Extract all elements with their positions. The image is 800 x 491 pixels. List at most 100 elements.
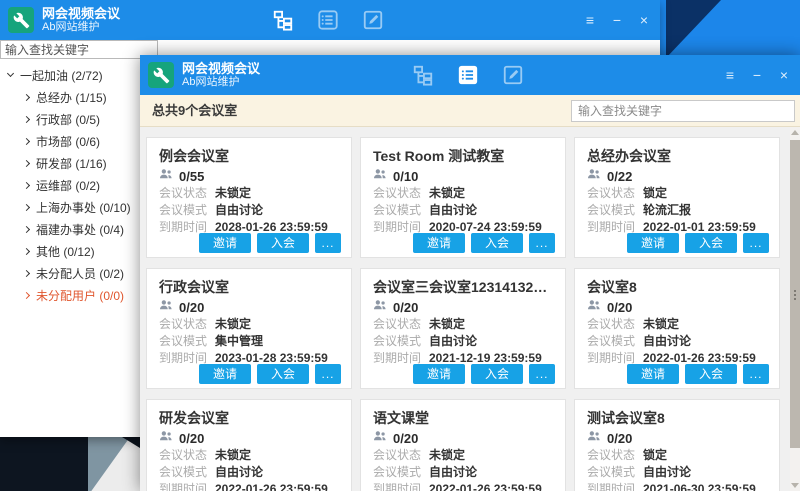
mode-label: 会议模式	[373, 332, 429, 349]
close-button[interactable]: ×	[636, 12, 652, 28]
mode-value: 自由讨论	[215, 463, 263, 480]
participants-icon	[159, 429, 173, 447]
join-button[interactable]: 入会	[257, 364, 309, 384]
tree-item-label: 一起加油 (2/72)	[20, 67, 103, 84]
participants-icon	[587, 429, 601, 447]
chevron-right-icon	[23, 269, 30, 276]
expire-label: 到期时间	[373, 480, 429, 491]
more-button[interactable]: ...	[315, 364, 341, 384]
minimize-button[interactable]: −	[749, 67, 765, 83]
room-title: 研发会议室	[159, 408, 339, 426]
more-button[interactable]: ...	[315, 233, 341, 253]
participants-icon	[373, 298, 387, 316]
status-value: 未锁定	[215, 184, 251, 201]
room-card-grid: 例会会议室 0/55 会议状态未锁定 会议模式自由讨论 到期时间2028-01-…	[140, 127, 790, 491]
app-subtitle: Ab网站维护	[42, 21, 120, 34]
mode-label: 会议模式	[159, 201, 215, 218]
mode-value: 自由讨论	[215, 201, 263, 218]
status-label: 会议状态	[159, 315, 215, 332]
participant-count: 0/20	[179, 431, 204, 446]
chevron-right-icon	[23, 93, 30, 100]
tree-item[interactable]: 福建办事处 (0/4)	[0, 218, 140, 240]
status-label: 会议状态	[373, 184, 429, 201]
expire-value: 2022-01-01 23:59:59	[643, 220, 756, 234]
expire-value: 2023-01-28 23:59:59	[215, 351, 328, 365]
tree-item[interactable]: 研发部 (1/16)	[0, 152, 140, 174]
tree-item-label: 上海办事处 (0/10)	[36, 199, 131, 216]
mode-label: 会议模式	[587, 463, 643, 480]
invite-button[interactable]: 邀请	[199, 364, 251, 384]
summary-bar: 总共9个会议室	[140, 95, 800, 127]
minimize-button[interactable]: −	[609, 12, 625, 28]
meeting-list-icon[interactable]	[457, 64, 479, 86]
invite-button[interactable]: 邀请	[413, 364, 465, 384]
expire-label: 到期时间	[587, 480, 643, 491]
compose-icon[interactable]	[502, 64, 524, 86]
scroll-down-icon[interactable]	[791, 483, 799, 488]
inner-titlebar[interactable]: 网会视频会议 Ab网站维护 ≡ − ×	[140, 55, 800, 95]
room-title: 会议室8	[587, 277, 767, 295]
participant-count: 0/20	[179, 300, 204, 315]
invite-button[interactable]: 邀请	[627, 233, 679, 253]
search-input[interactable]	[0, 40, 158, 59]
menu-button[interactable]: ≡	[722, 67, 738, 83]
join-button[interactable]: 入会	[471, 364, 523, 384]
chevron-right-icon	[23, 115, 30, 122]
invite-button[interactable]: 邀请	[199, 233, 251, 253]
join-button[interactable]: 入会	[471, 233, 523, 253]
tree-item[interactable]: 未分配人员 (0/2)	[0, 262, 140, 284]
status-value: 未锁定	[215, 446, 251, 463]
tree-item-label: 研发部 (1/16)	[36, 155, 107, 172]
join-button[interactable]: 入会	[685, 233, 737, 253]
tree-item-label: 运维部 (0/2)	[36, 177, 100, 194]
chevron-right-icon	[23, 137, 30, 144]
tree-item[interactable]: 市场部 (0/6)	[0, 130, 140, 152]
tree-item[interactable]: 行政部 (0/5)	[0, 108, 140, 130]
expire-value: 2028-01-26 23:59:59	[215, 220, 328, 234]
more-button[interactable]: ...	[529, 233, 555, 253]
invite-button[interactable]: 邀请	[627, 364, 679, 384]
wrench-icon	[13, 12, 30, 29]
meeting-rooms-window: 网会视频会议 Ab网站维护 ≡ − × 总共9个会议室	[140, 55, 800, 491]
meeting-room-card: 语文课堂 0/20 会议状态未锁定 会议模式自由讨论 到期时间2022-01-2…	[360, 399, 566, 491]
close-button[interactable]: ×	[776, 67, 792, 83]
tree-item-label: 总经办 (1/15)	[36, 89, 107, 106]
tree-item[interactable]: 总经办 (1/15)	[0, 86, 140, 108]
status-value: 未锁定	[429, 315, 465, 332]
participants-icon	[159, 298, 173, 316]
status-value: 锁定	[643, 446, 667, 463]
tree-item[interactable]: 其他 (0/12)	[0, 240, 140, 262]
outer-titlebar[interactable]: 网会视频会议 Ab网站维护 ≡ − ×	[0, 0, 660, 40]
tree-item[interactable]: 上海办事处 (0/10)	[0, 196, 140, 218]
more-button[interactable]: ...	[529, 364, 555, 384]
participant-count: 0/20	[393, 431, 418, 446]
meeting-list-icon[interactable]	[317, 9, 339, 31]
menu-button[interactable]: ≡	[582, 12, 598, 28]
expire-value: 2021-06-30 23:59:59	[643, 482, 756, 491]
scrollbar-thumb[interactable]	[790, 140, 800, 448]
status-label: 会议状态	[159, 184, 215, 201]
expire-label: 到期时间	[159, 480, 215, 491]
tree-item-label: 行政部 (0/5)	[36, 111, 100, 128]
tree-item[interactable]: 运维部 (0/2)	[0, 174, 140, 196]
participants-icon	[373, 429, 387, 447]
app-logo	[8, 7, 34, 33]
more-button[interactable]: ...	[743, 364, 769, 384]
join-button[interactable]: 入会	[685, 364, 737, 384]
scroll-up-icon[interactable]	[791, 130, 799, 135]
join-button[interactable]: 入会	[257, 233, 309, 253]
mode-label: 会议模式	[373, 201, 429, 218]
mode-value: 自由讨论	[429, 463, 477, 480]
tree-item-root[interactable]: 一起加油 (2/72)	[0, 64, 140, 86]
expire-value: 2020-07-24 23:59:59	[429, 220, 542, 234]
meeting-room-card: 研发会议室 0/20 会议状态未锁定 会议模式自由讨论 到期时间2022-01-…	[146, 399, 352, 491]
org-chart-icon[interactable]	[272, 9, 294, 31]
org-chart-icon[interactable]	[412, 64, 434, 86]
org-tree: 一起加油 (2/72) 总经办 (1/15) 行政部 (0/5) 市场部 (0/…	[0, 64, 140, 306]
invite-button[interactable]: 邀请	[413, 233, 465, 253]
vertical-scrollbar[interactable]	[790, 127, 800, 491]
room-search-input[interactable]	[571, 100, 795, 122]
tree-item-unassigned-users[interactable]: 未分配用户 (0/0)	[0, 284, 140, 306]
compose-icon[interactable]	[362, 9, 384, 31]
more-button[interactable]: ...	[743, 233, 769, 253]
